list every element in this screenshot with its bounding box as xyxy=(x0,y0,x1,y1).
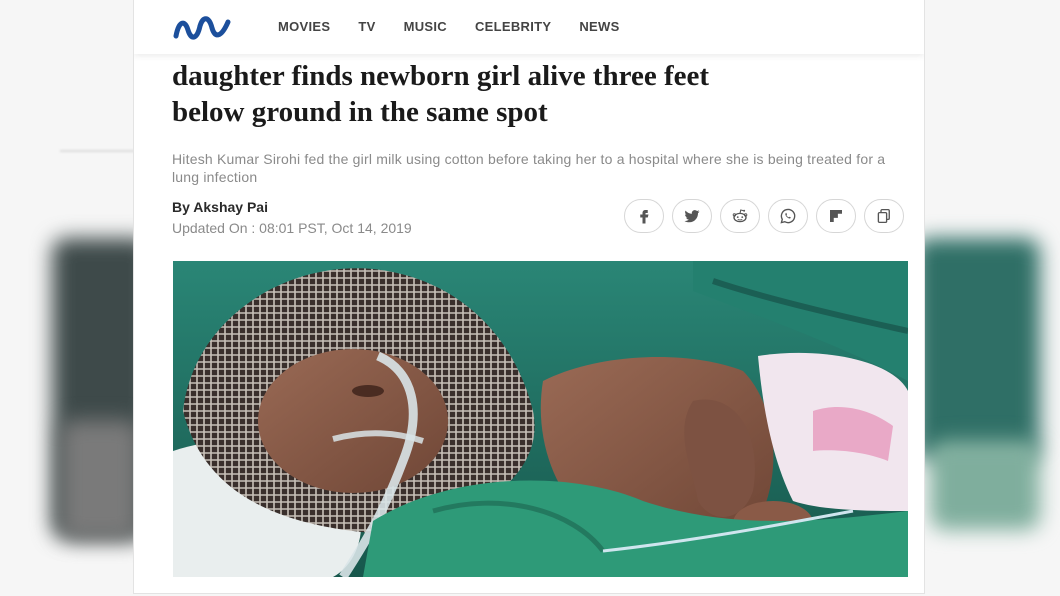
author-byline[interactable]: By Akshay Pai xyxy=(172,199,268,215)
share-reddit-button[interactable] xyxy=(720,199,760,233)
whatsapp-icon xyxy=(780,208,796,224)
reddit-icon xyxy=(732,209,748,223)
facebook-icon xyxy=(640,210,649,224)
background-blur-right xyxy=(915,238,1040,460)
copy-link-icon xyxy=(877,208,890,224)
nav-celebrity[interactable]: CELEBRITY xyxy=(475,19,551,34)
copy-link-button[interactable] xyxy=(864,199,904,233)
share-buttons xyxy=(624,199,904,233)
article-hero-image[interactable] xyxy=(173,261,908,577)
nav-movies[interactable]: MOVIES xyxy=(278,19,330,34)
headline-line-1: daughter finds newborn girl alive three … xyxy=(172,60,709,92)
nav-tv[interactable]: TV xyxy=(358,19,375,34)
background-blur-right-lower xyxy=(930,440,1040,530)
headline-line-2: below ground in the same spot xyxy=(172,96,548,128)
share-facebook-button[interactable] xyxy=(624,199,664,233)
twitter-icon xyxy=(684,210,700,223)
article-subhead: Hitesh Kumar Sirohi fed the girl milk us… xyxy=(172,151,886,185)
share-flipboard-button[interactable] xyxy=(816,199,856,233)
share-whatsapp-button[interactable] xyxy=(768,199,808,233)
article-page: MOVIES TV MUSIC CELEBRITY NEWS daughter … xyxy=(133,0,925,594)
flipboard-icon xyxy=(830,210,842,222)
background-blur-left-lower xyxy=(60,420,140,540)
top-navigation-bar: MOVIES TV MUSIC CELEBRITY NEWS xyxy=(134,0,924,54)
site-logo[interactable] xyxy=(173,14,231,40)
article-headline: daughter finds newborn girl alive three … xyxy=(172,58,892,130)
newborn-photo-illustration xyxy=(173,261,908,577)
main-nav: MOVIES TV MUSIC CELEBRITY NEWS xyxy=(278,19,620,34)
share-twitter-button[interactable] xyxy=(672,199,712,233)
nav-music[interactable]: MUSIC xyxy=(404,19,447,34)
nav-news[interactable]: NEWS xyxy=(579,19,619,34)
updated-timestamp: Updated On : 08:01 PST, Oct 14, 2019 xyxy=(172,220,412,236)
